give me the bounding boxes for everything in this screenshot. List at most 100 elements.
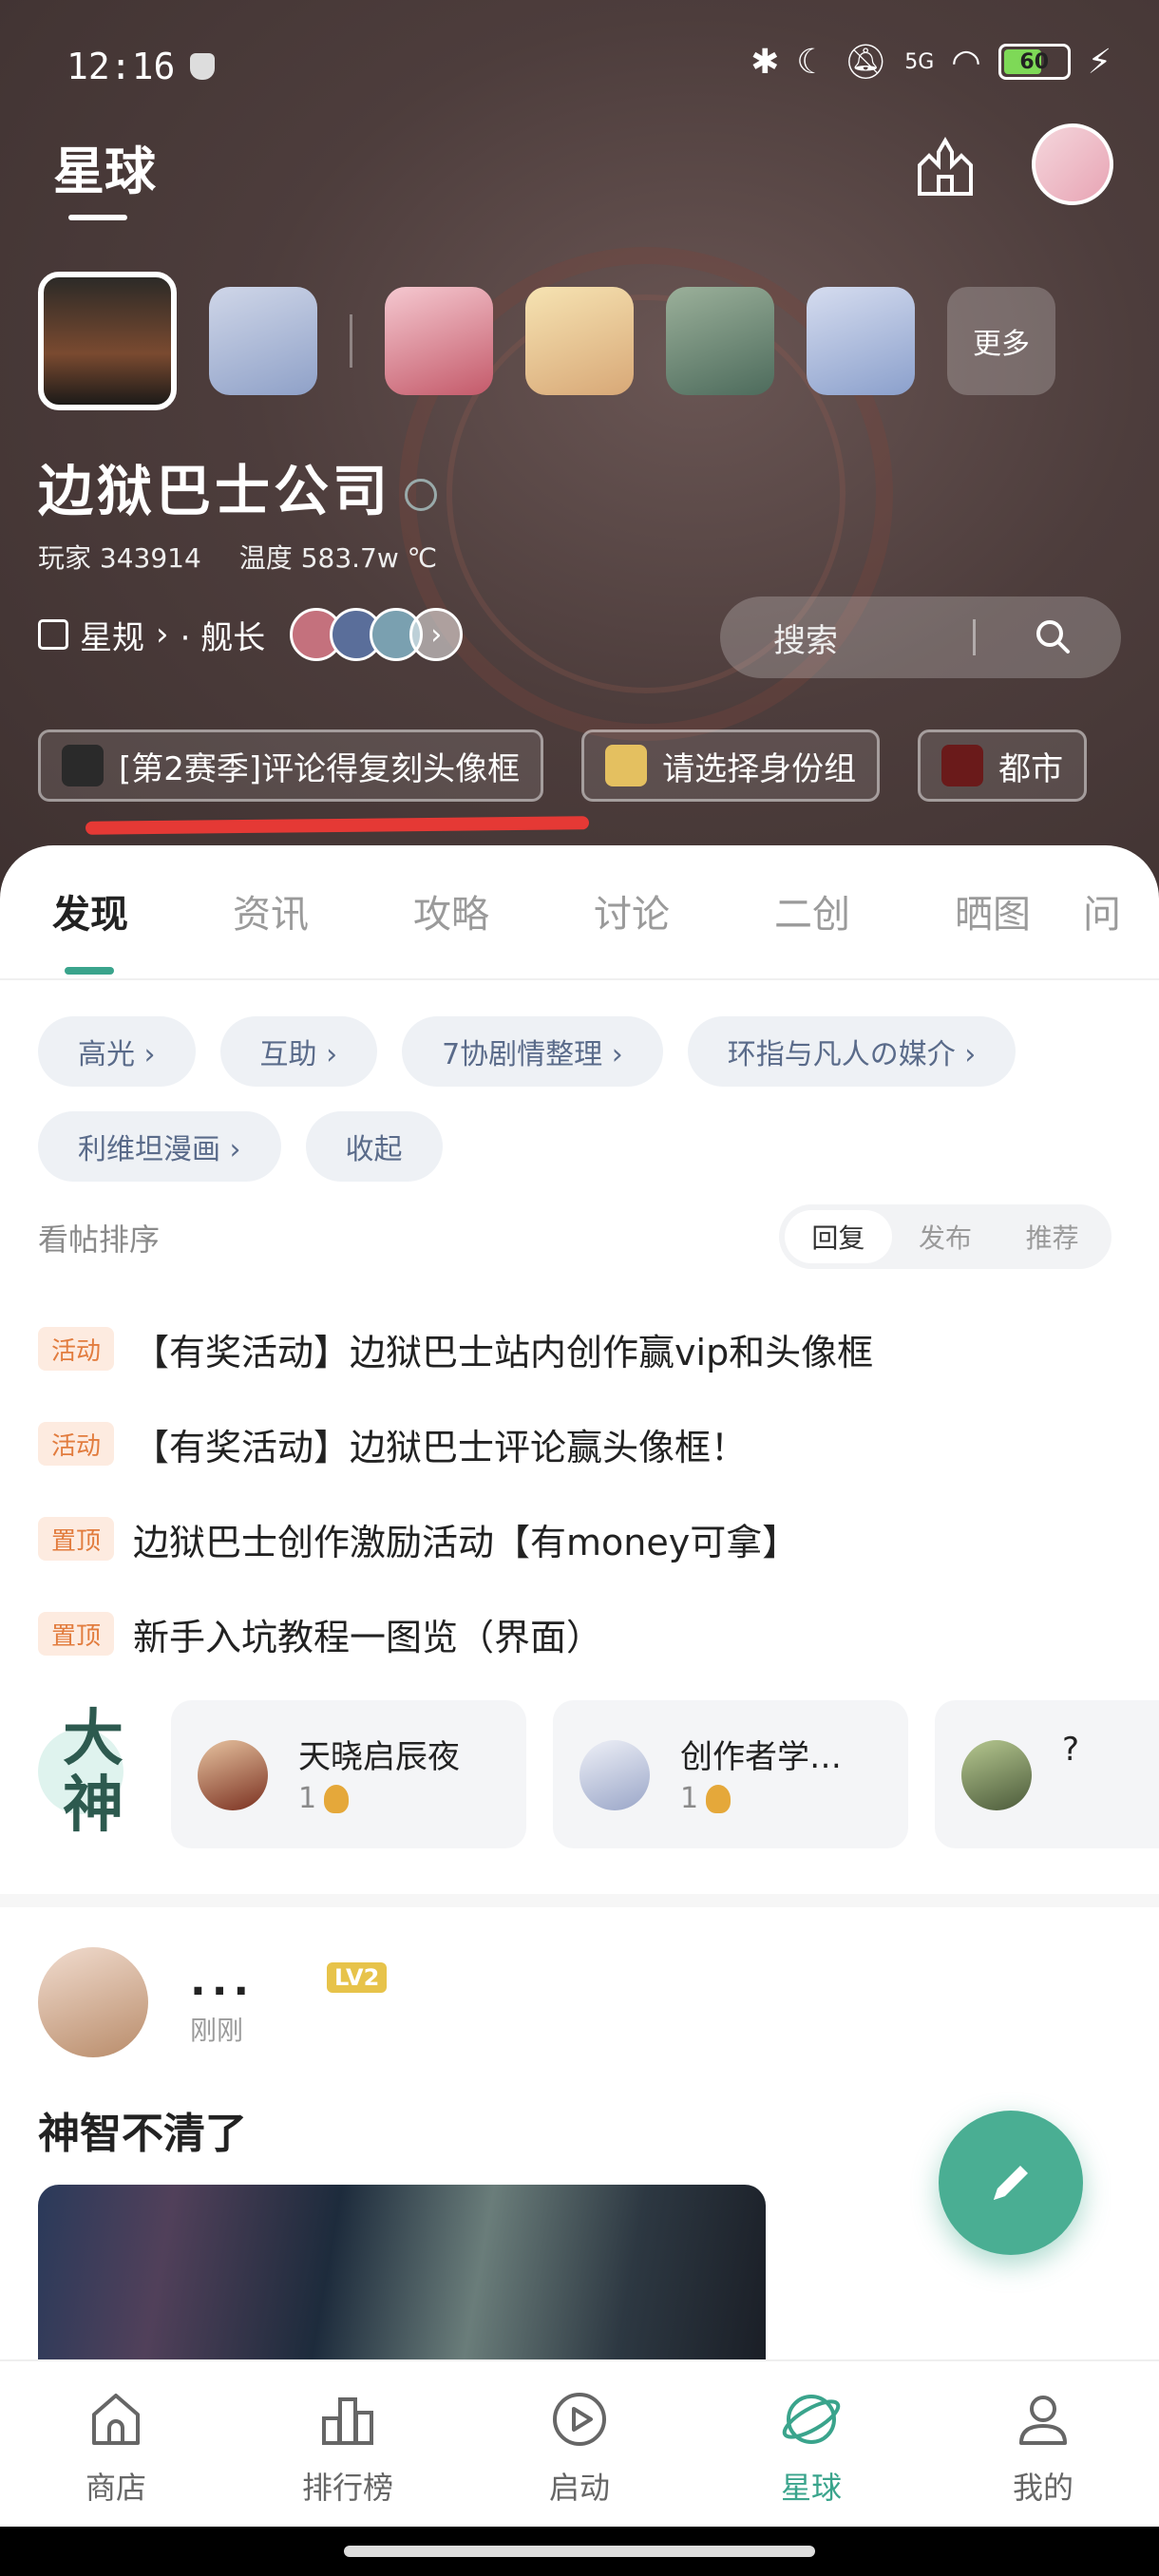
- creator-card[interactable]: ?: [935, 1700, 1159, 1848]
- more-games-button[interactable]: 更多: [947, 287, 1055, 395]
- nav-planet[interactable]: 星球: [695, 2361, 927, 2527]
- home-indicator[interactable]: [344, 2546, 815, 2557]
- castle-icon[interactable]: [912, 133, 978, 199]
- game-icon[interactable]: [209, 287, 317, 395]
- game-name-text: 边狱巴士公司: [38, 459, 392, 523]
- level-value: 1: [680, 1782, 699, 1815]
- status-time: 12:16: [66, 46, 176, 87]
- level-badge: LV2: [327, 1962, 388, 1993]
- nav-profile[interactable]: 我的: [927, 2361, 1159, 2527]
- nav-shop[interactable]: 商店: [0, 2361, 232, 2527]
- post-badge: 置顶: [38, 1517, 115, 1561]
- avatar[interactable]: [38, 1947, 148, 2057]
- nav-label: 排行榜: [301, 2470, 393, 2506]
- ranking-icon: [322, 2397, 373, 2445]
- pinned-post[interactable]: 置顶 边狱巴士创作激励活动【有money可拿】: [38, 1491, 1140, 1586]
- tab-discussion[interactable]: 讨论: [542, 883, 722, 938]
- post-author[interactable]: ...: [190, 1957, 255, 2005]
- divider: [0, 978, 1159, 980]
- create-post-button[interactable]: [939, 2111, 1083, 2255]
- signal-icon: 5G: [904, 49, 935, 74]
- post-title[interactable]: 神智不清了: [38, 2099, 247, 2160]
- shield-icon: [190, 53, 215, 80]
- sort-option-recommend[interactable]: 推荐: [998, 1210, 1106, 1263]
- game-icon[interactable]: [525, 287, 634, 395]
- creator-name: 创作者学…: [680, 1738, 842, 1776]
- sort-label: 看帖排序: [38, 1222, 161, 1258]
- tag-chip[interactable]: 7协剧情整理 ›: [402, 1016, 663, 1087]
- divider: [350, 314, 352, 368]
- creator-level: 1: [298, 1782, 350, 1815]
- creator-card[interactable]: 创作者学… 1: [553, 1700, 908, 1848]
- tab-fanart[interactable]: 二创: [722, 883, 902, 938]
- nav-launch[interactable]: 启动: [464, 2361, 695, 2527]
- title-bar: 星球: [0, 123, 1159, 228]
- chip-thumbnail: [62, 745, 104, 786]
- sort-option-reply[interactable]: 回复: [785, 1210, 892, 1263]
- game-limbus-company[interactable]: [38, 272, 177, 410]
- tab-bar: 发现 资讯 攻略 讨论 二创 晒图 问: [0, 883, 1159, 938]
- pinned-post[interactable]: 活动 【有奖活动】边狱巴士站内创作赢vip和头像框: [38, 1301, 1140, 1396]
- post-time: 刚刚: [190, 2015, 244, 2046]
- game-icon[interactable]: [385, 287, 493, 395]
- community-header: 12:16 ✱ ☾ 🔕︎ 5G ◠ 60 ⚡︎ 星球 更多 边狱巴士公司 玩家 …: [0, 0, 1159, 912]
- bottom-navigation: 商店 排行榜 启动 星球 我的: [0, 2359, 1159, 2527]
- pinned-post[interactable]: 置顶 新手入坑教程一图览（界面）: [38, 1586, 1140, 1681]
- moon-icon: ☾: [796, 42, 827, 82]
- title-underline: [68, 215, 127, 220]
- tab-news[interactable]: 资讯: [180, 883, 361, 938]
- collapse-tags-button[interactable]: 收起: [305, 1111, 443, 1182]
- tab-questions[interactable]: 问: [1083, 883, 1140, 938]
- chip-thumbnail: [941, 745, 984, 786]
- topic-chips: [第2赛季]评论得复刻头像框 请选择身份组 都市: [38, 729, 1088, 802]
- tab-screenshots[interactable]: 晒图: [902, 883, 1083, 938]
- game-icon[interactable]: [666, 287, 774, 395]
- pinned-posts: 活动 【有奖活动】边狱巴士站内创作赢vip和头像框 活动 【有奖活动】边狱巴士评…: [38, 1301, 1140, 1681]
- topic-chip[interactable]: [第2赛季]评论得复刻头像框: [38, 729, 544, 802]
- search-icon[interactable]: [1034, 617, 1072, 655]
- creator-name: 天晓启辰夜: [298, 1738, 460, 1776]
- tag-chip[interactable]: 利维坦漫画 ›: [38, 1111, 281, 1182]
- tag-chip[interactable]: 环指与凡人の媒介 ›: [687, 1016, 1016, 1087]
- post-title: 边狱巴士创作激励活动【有money可拿】: [133, 1521, 799, 1563]
- nav-ranking[interactable]: 排行榜: [232, 2361, 464, 2527]
- bell-off-icon: 🔕︎: [844, 43, 888, 82]
- tab-discover[interactable]: 发现: [0, 883, 180, 938]
- creator-card[interactable]: 天晓启辰夜 1: [171, 1700, 526, 1848]
- play-icon: [553, 2393, 606, 2446]
- post-image[interactable]: [38, 2185, 766, 2365]
- tab-indicator: [65, 967, 114, 975]
- logo-text: 大神: [63, 1704, 124, 1841]
- captain-avatars[interactable]: ›: [290, 608, 464, 661]
- post-badge: 活动: [38, 1327, 115, 1371]
- medal-icon: [324, 1784, 350, 1813]
- search-input[interactable]: 搜索: [720, 597, 1121, 678]
- tag-chip[interactable]: 互助 ›: [219, 1016, 378, 1087]
- avatar: [961, 1740, 1032, 1810]
- user-icon: [1019, 2396, 1067, 2445]
- creator-name: ?: [1062, 1731, 1080, 1769]
- avatar: [198, 1740, 268, 1810]
- shop-icon: [92, 2394, 140, 2445]
- rules-link[interactable]: 星规: [80, 612, 144, 658]
- wifi-icon: ◠: [951, 42, 981, 82]
- section-divider: [0, 1894, 1159, 1907]
- bluetooth-icon: ✱: [750, 42, 780, 82]
- topic-chip[interactable]: 请选择身份组: [581, 729, 881, 802]
- nav-label: 星球: [780, 2470, 842, 2506]
- game-switcher: 更多: [38, 272, 1055, 410]
- chevron-right-icon: ›: [409, 608, 464, 661]
- game-icon[interactable]: [807, 287, 915, 395]
- user-avatar[interactable]: [1032, 123, 1113, 205]
- nav-label: 启动: [548, 2470, 610, 2506]
- sort-option-publish[interactable]: 发布: [892, 1210, 999, 1263]
- tab-guides[interactable]: 攻略: [361, 883, 542, 938]
- rules-row: 星规 › · 舰长 ›: [38, 608, 464, 661]
- topic-chip[interactable]: 都市: [918, 729, 1088, 802]
- battery-level: 60: [1019, 49, 1050, 74]
- pinned-post[interactable]: 活动 【有奖活动】边狱巴士评论赢头像框！: [38, 1396, 1140, 1491]
- post-title: 新手入坑教程一图览（界面）: [133, 1616, 603, 1658]
- pencil-icon: [994, 2166, 1028, 2200]
- tag-chip[interactable]: 高光 ›: [38, 1016, 196, 1087]
- captain-label: · 舰长: [180, 618, 266, 657]
